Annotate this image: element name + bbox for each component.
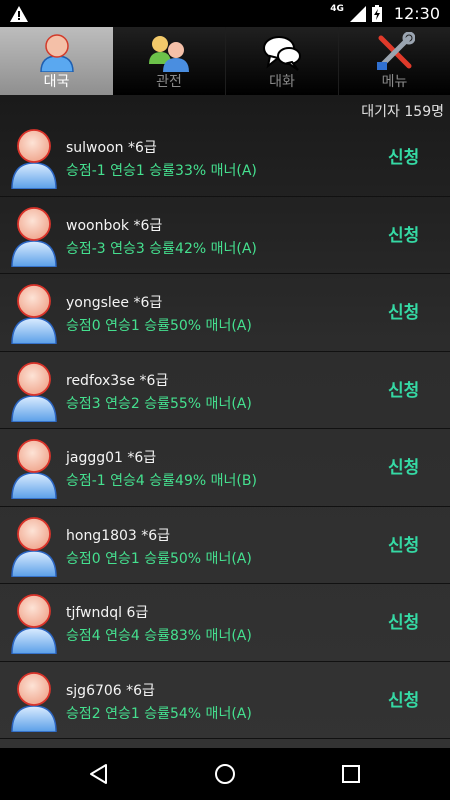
recents-icon[interactable] xyxy=(339,762,363,786)
apply-button[interactable]: 신청 xyxy=(388,298,419,323)
apply-button[interactable]: 신청 xyxy=(388,376,419,401)
clock: 12:30 xyxy=(393,4,440,23)
player-name: redfox3se *6급 xyxy=(66,372,169,389)
player-row[interactable] xyxy=(0,739,450,748)
player-row[interactable]: sulwoon *6급승점-1 연승1 승률33% 매너(A) 신청 xyxy=(0,119,450,197)
tools-icon xyxy=(376,32,415,70)
tab-bar: 대국 관전 대화 메뉴 xyxy=(0,27,450,95)
player-row[interactable]: sjg6706 *6급승점2 연승1 승률54% 매너(A) 신청 xyxy=(0,662,450,739)
tab-label: 관전 xyxy=(156,74,182,90)
player-name: sjg6706 *6급 xyxy=(66,682,155,699)
tab-spectate[interactable]: 관전 xyxy=(113,27,226,95)
player-stats: 승점3 연승2 승률55% 매너(A) xyxy=(66,395,252,412)
tab-game[interactable]: 대국 xyxy=(0,27,113,95)
user-avatar-icon xyxy=(11,206,57,267)
player-name: woonbok *6급 xyxy=(66,217,163,234)
waiting-count: 대기자 159명 xyxy=(361,104,444,120)
player-name: hong1803 *6급 xyxy=(66,527,171,544)
back-icon[interactable] xyxy=(87,762,111,786)
player-list: sulwoon *6급 승점-1 연승1 승률33% 매너(A) 신청 woonbok… xyxy=(0,119,450,748)
player-name: yongslee *6급 xyxy=(66,295,163,311)
tab-label: 대국 xyxy=(43,74,70,90)
status-right: 4G 12:30 xyxy=(330,0,440,27)
tab-menu[interactable]: 메뉴 xyxy=(339,27,450,95)
signal-icon xyxy=(349,5,366,22)
player-stats: 승점2 연승1 승률54% 매너(A) xyxy=(66,705,252,722)
chat-bubbles-icon xyxy=(263,36,301,71)
player-row[interactable]: yongslee *6급승점0 연승1 승률50% 매너(A) 신청 xyxy=(0,274,450,352)
player-row[interactable]: hong1803 *6급승점0 연승1 승률50% 매너(A) 신청 xyxy=(0,507,450,584)
tab-label: 메뉴 xyxy=(381,74,408,90)
player-stats: 승점0 연승1 승률50% 매너(A) xyxy=(66,318,252,334)
user-avatar-icon xyxy=(11,516,57,577)
user-avatar-icon xyxy=(11,671,57,732)
tab-chat[interactable]: 대화 xyxy=(226,27,339,95)
player-name: tjfwndql 6급 xyxy=(66,605,149,621)
home-icon[interactable] xyxy=(213,762,237,786)
player-stats: 승점0 연승1 승률50% 매너(A) xyxy=(66,550,252,567)
network-type: 4G xyxy=(330,4,344,14)
apply-button[interactable]: 신청 xyxy=(388,221,419,246)
tab-label: 대화 xyxy=(269,74,295,90)
player-name: sulwoon *6급 xyxy=(66,140,157,156)
player-row[interactable]: tjfwndql 6급승점4 연승4 승률83% 매너(A) 신청 xyxy=(0,584,450,662)
apply-button[interactable]: 신청 xyxy=(388,143,419,168)
single-user-icon xyxy=(39,34,74,72)
player-stats: 승점4 연승4 승률83% 매너(A) xyxy=(66,628,252,644)
player-stats: 승점-3 연승3 승률42% 매너(A) xyxy=(66,240,257,257)
user-avatar-icon xyxy=(11,284,57,344)
player-row[interactable]: jaggg01 *6급승점-1 연승4 승률49% 매너(B) 신청 xyxy=(0,429,450,507)
group-users-icon xyxy=(149,36,189,72)
nav-bar xyxy=(0,748,450,800)
player-list-panel: 대기자 159명 sulwoon *6급승점-1 연승1 승률33% 매너(A)… xyxy=(0,95,450,748)
user-avatar-icon xyxy=(11,129,57,189)
user-avatar-icon xyxy=(11,439,57,499)
user-avatar-icon xyxy=(11,594,57,654)
player-stats: 승점-1 연승1 승률33% 매너(A) xyxy=(66,163,257,179)
apply-button[interactable]: 신청 xyxy=(388,453,419,478)
player-name: jaggg01 *6급 xyxy=(66,450,157,466)
player-row[interactable]: woonbok *6급승점-3 연승3 승률42% 매너(A) 신청 xyxy=(0,197,450,274)
apply-button[interactable]: 신청 xyxy=(388,531,419,556)
apply-button[interactable]: 신청 xyxy=(388,686,419,711)
warning-icon xyxy=(10,6,28,22)
apply-button[interactable]: 신청 xyxy=(388,608,419,633)
user-avatar-icon xyxy=(11,361,57,422)
player-row[interactable]: redfox3se *6급승점3 연승2 승률55% 매너(A) 신청 xyxy=(0,352,450,429)
player-stats: 승점-1 연승4 승률49% 매너(B) xyxy=(66,473,257,489)
battery-charging-icon xyxy=(371,5,382,22)
status-bar: 4G 12:30 xyxy=(0,0,450,27)
